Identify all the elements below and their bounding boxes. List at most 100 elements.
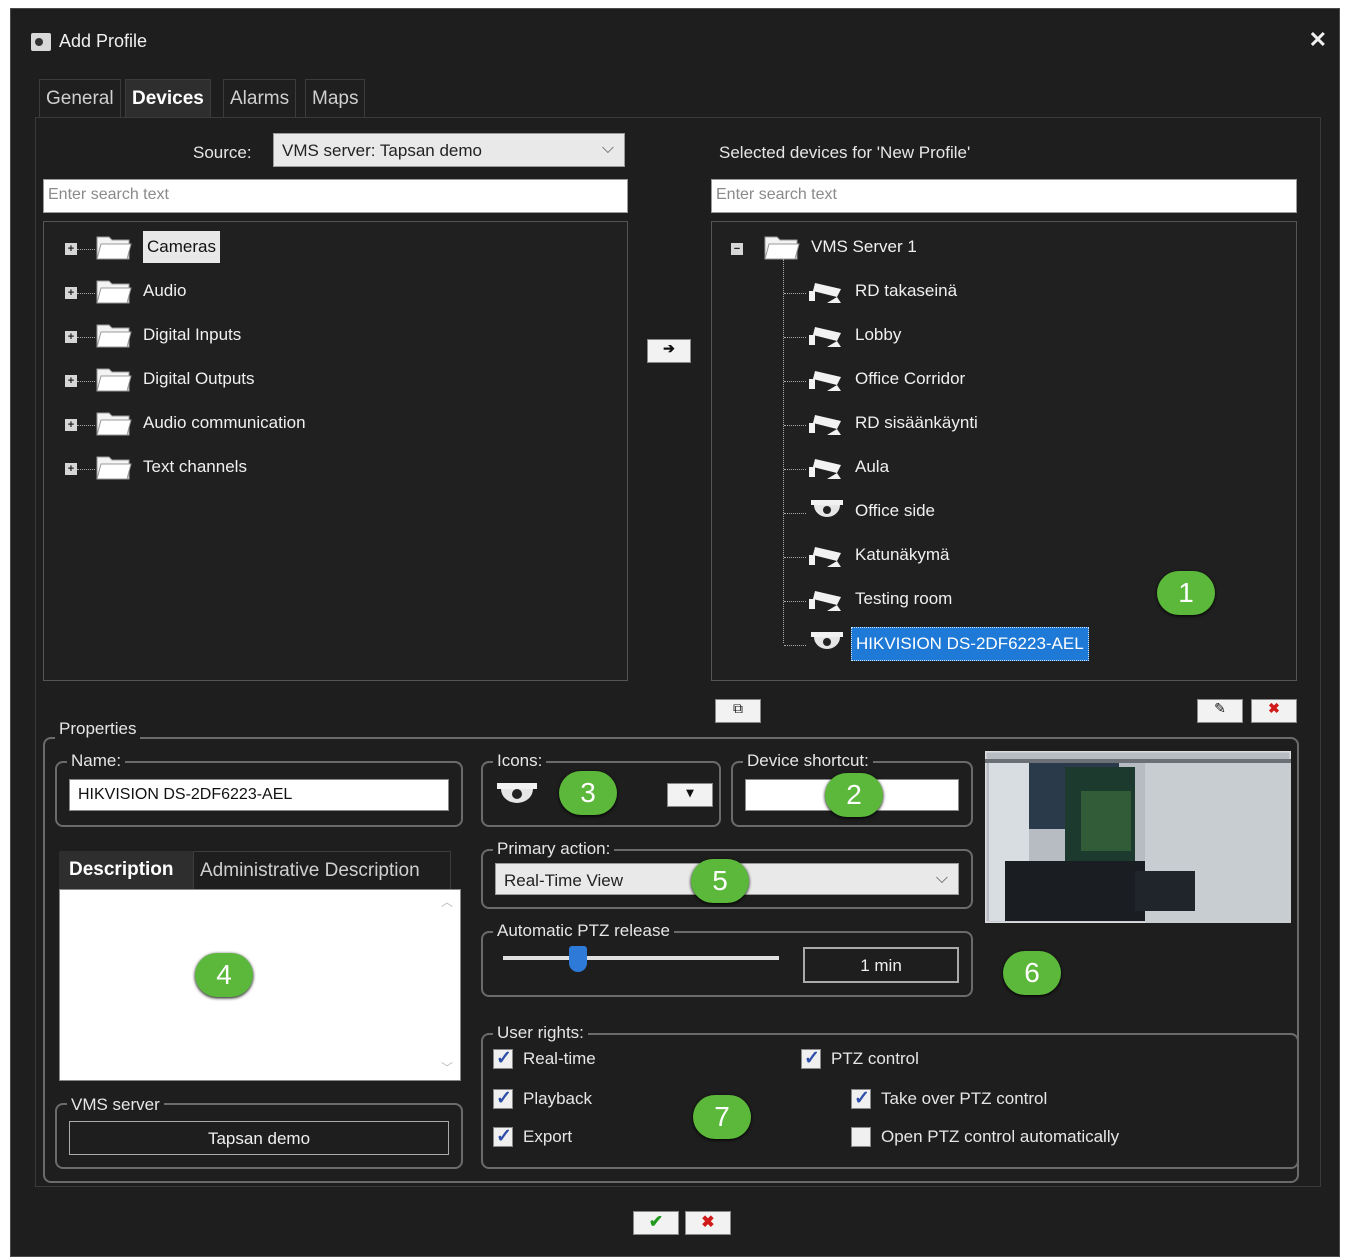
folder-icon (96, 236, 132, 260)
icons-label: Icons: (493, 751, 547, 771)
collapse-icon[interactable]: − (731, 243, 743, 255)
left-search-input[interactable]: Enter search text (43, 179, 628, 213)
bullet-camera-icon (809, 547, 841, 567)
callout-badge: 3 (559, 771, 617, 815)
tab-alarms[interactable]: Alarms (223, 79, 297, 117)
tab-description[interactable]: Description (59, 851, 193, 889)
folder-icon (96, 324, 132, 348)
callout-badge: 5 (691, 859, 749, 903)
folder-icon (764, 236, 800, 260)
vms-server-label: VMS server (67, 1095, 164, 1115)
selected-device-item[interactable]: Office side (855, 501, 935, 521)
edit-device-button[interactable]: ✎ (1197, 699, 1243, 723)
expand-icon[interactable]: + (65, 331, 77, 343)
bullet-camera-icon (809, 327, 841, 347)
profile-icon (31, 33, 51, 51)
icon-select-button[interactable]: ▾ (667, 783, 713, 807)
remove-device-button[interactable]: ✖ (1251, 699, 1297, 723)
chevron-down-icon: ⌵ (935, 870, 948, 887)
bullet-camera-icon (809, 371, 841, 391)
folder-icon (96, 280, 132, 304)
dome-camera-icon (811, 500, 843, 517)
properties-title: Properties (55, 719, 141, 739)
user-rights-label: User rights: (493, 1023, 588, 1043)
primary-action-value: Real-Time View (504, 871, 624, 890)
expand-icon[interactable]: + (65, 419, 77, 431)
scroll-down-icon[interactable]: ﹀ (441, 1059, 453, 1076)
tree-connector (77, 381, 95, 382)
bullet-camera-icon (809, 415, 841, 435)
bullet-camera-icon (809, 591, 841, 611)
tree-item-label[interactable]: Digital Inputs (143, 325, 241, 345)
user-right-checkbox[interactable] (801, 1047, 821, 1070)
chevron-down-icon: ⌵ (601, 140, 614, 157)
ptz-release-slider-track[interactable] (503, 956, 779, 960)
tree-item-label[interactable]: Digital Outputs (143, 369, 255, 389)
user-right-checkbox[interactable] (493, 1087, 513, 1110)
selected-device-item[interactable]: Testing room (855, 589, 952, 609)
tab-devices[interactable]: Devices (125, 79, 211, 117)
tree-item-label[interactable]: Text channels (143, 457, 247, 477)
ok-button[interactable]: ✔ (633, 1211, 679, 1235)
source-dropdown[interactable]: VMS server: Tapsan demo ⌵ (273, 133, 625, 167)
tree-connector (77, 249, 95, 250)
folder-icon (96, 456, 132, 480)
cancel-button[interactable]: ✖ (685, 1211, 731, 1235)
tab-administrative-description[interactable]: Administrative Description (193, 851, 451, 889)
tree-connector (784, 469, 806, 470)
camera-preview-image (985, 751, 1291, 923)
tree-root-label[interactable]: VMS Server 1 (811, 237, 917, 257)
scroll-up-icon[interactable]: ︿ (441, 893, 453, 910)
user-right-label: Open PTZ control automatically (881, 1127, 1120, 1146)
expand-icon[interactable]: + (65, 463, 77, 475)
selected-device-item[interactable]: RD takaseinä (855, 281, 957, 301)
user-right-label: Export (523, 1127, 573, 1146)
vms-server-value: Tapsan demo (69, 1121, 449, 1155)
description-scrollbar[interactable]: ︿ ﹀ (439, 893, 457, 1077)
selected-device-item[interactable]: Aula (855, 457, 889, 477)
selected-device-item[interactable]: RD sisäänkäynti (855, 413, 978, 433)
user-right-checkbox[interactable] (851, 1127, 871, 1147)
bullet-camera-icon (809, 459, 841, 479)
add-to-selection-button[interactable]: ➔ (647, 339, 691, 363)
selected-device-item[interactable]: Katunäkymä (855, 545, 950, 565)
user-right-checkbox[interactable] (493, 1047, 513, 1070)
user-right-label: Playback (523, 1089, 592, 1108)
ptz-release-value: 1 min (803, 947, 959, 983)
selected-device-item[interactable]: HIKVISION DS-2DF6223-AEL (851, 627, 1089, 661)
window-title: Add Profile (59, 31, 148, 51)
user-right-checkbox[interactable] (851, 1087, 871, 1110)
tree-connector (784, 381, 806, 382)
description-textarea[interactable] (59, 889, 461, 1081)
callout-badge: 7 (693, 1095, 751, 1139)
tree-connector (784, 513, 806, 514)
tree-item-label[interactable]: Audio (143, 281, 186, 301)
right-search-input[interactable]: Enter search text (711, 179, 1297, 213)
expand-icon[interactable]: + (65, 243, 77, 255)
expand-icon[interactable]: + (65, 287, 77, 299)
tree-connector (784, 425, 806, 426)
user-right-checkbox[interactable] (493, 1125, 513, 1148)
selected-devices-header: Selected devices for 'New Profile' (719, 143, 971, 162)
folder-icon (96, 412, 132, 436)
dome-camera-icon (811, 632, 843, 649)
ptz-release-slider-thumb[interactable] (568, 946, 587, 972)
tree-connector (784, 645, 806, 646)
expand-icon[interactable]: + (65, 375, 77, 387)
tree-connector (77, 425, 95, 426)
name-field[interactable]: HIKVISION DS-2DF6223-AEL (69, 779, 449, 811)
primary-action-label: Primary action: (493, 839, 615, 859)
selected-device-item[interactable]: Office Corridor (855, 369, 965, 389)
tree-item-label[interactable]: Audio communication (143, 413, 306, 433)
callout-badge: 6 (1003, 951, 1061, 995)
selected-device-item[interactable]: Lobby (855, 325, 901, 345)
device-info-button[interactable]: ⧉ (715, 699, 761, 723)
tree-item-label[interactable]: Cameras (143, 231, 220, 263)
selected-device-tree[interactable] (711, 221, 1297, 681)
user-right-label: Take over PTZ control (881, 1089, 1048, 1108)
close-icon[interactable]: ✕ (1309, 27, 1327, 53)
tab-maps[interactable]: Maps (305, 79, 366, 117)
tab-general[interactable]: General (39, 79, 121, 117)
tree-connector (77, 469, 95, 470)
tree-connector (784, 601, 806, 602)
